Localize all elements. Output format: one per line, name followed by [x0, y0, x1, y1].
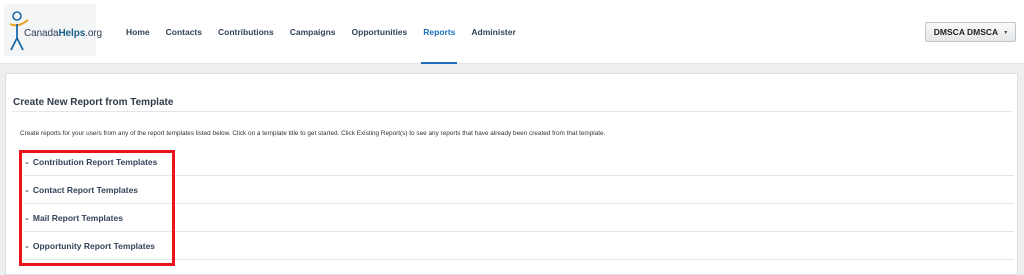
chevron-down-icon: ⌄ — [24, 158, 30, 166]
logo-prefix: Canada — [24, 28, 59, 39]
chevron-down-icon: ⌄ — [24, 214, 30, 222]
top-navbar: CanadaHelps.org Home Contacts Contributi… — [0, 0, 1024, 64]
main-nav: Home Contacts Contributions Campaigns Op… — [118, 0, 524, 64]
report-templates-panel: Create New Report from Template Create r… — [5, 73, 1018, 275]
logo-wordmark: CanadaHelps.org — [24, 28, 102, 39]
nav-administer[interactable]: Administer — [471, 0, 515, 64]
template-group-label: Opportunity Report Templates — [32, 240, 156, 251]
user-menu-button[interactable]: DMSCA DMSCA ▾ — [925, 22, 1016, 42]
logo-bold: Helps — [58, 28, 86, 39]
template-group-opportunity[interactable]: ⌄ Opportunity Report Templates — [24, 232, 1014, 260]
template-group-label: Contact Report Templates — [32, 184, 139, 195]
logo-suffix: .org — [85, 28, 103, 39]
page-description: Create reports for your users from any o… — [20, 130, 606, 137]
template-group-label: Mail Report Templates — [32, 212, 123, 223]
nav-opportunities[interactable]: Opportunities — [352, 0, 408, 64]
chevron-down-icon: ⌄ — [24, 186, 30, 194]
nav-reports[interactable]: Reports — [421, 0, 458, 64]
nav-contacts[interactable]: Contacts — [166, 0, 202, 64]
caret-down-icon: ▾ — [1004, 29, 1008, 36]
template-group-contribution[interactable]: ⌄ Contribution Report Templates — [24, 148, 1014, 176]
user-menu-label: DMSCA DMSCA — [933, 27, 999, 37]
title-divider — [12, 111, 1011, 112]
nav-contributions[interactable]: Contributions — [218, 0, 274, 64]
nav-home[interactable]: Home — [126, 0, 150, 64]
nav-campaigns[interactable]: Campaigns — [290, 0, 336, 64]
template-group-mail[interactable]: ⌄ Mail Report Templates — [24, 204, 1014, 232]
template-group-contact[interactable]: ⌄ Contact Report Templates — [24, 176, 1014, 204]
chevron-down-icon: ⌄ — [24, 242, 30, 250]
page-title: Create New Report from Template — [13, 97, 174, 108]
canadahelps-logo[interactable]: CanadaHelps.org — [4, 4, 102, 56]
template-group-label: Contribution Report Templates — [32, 156, 158, 167]
